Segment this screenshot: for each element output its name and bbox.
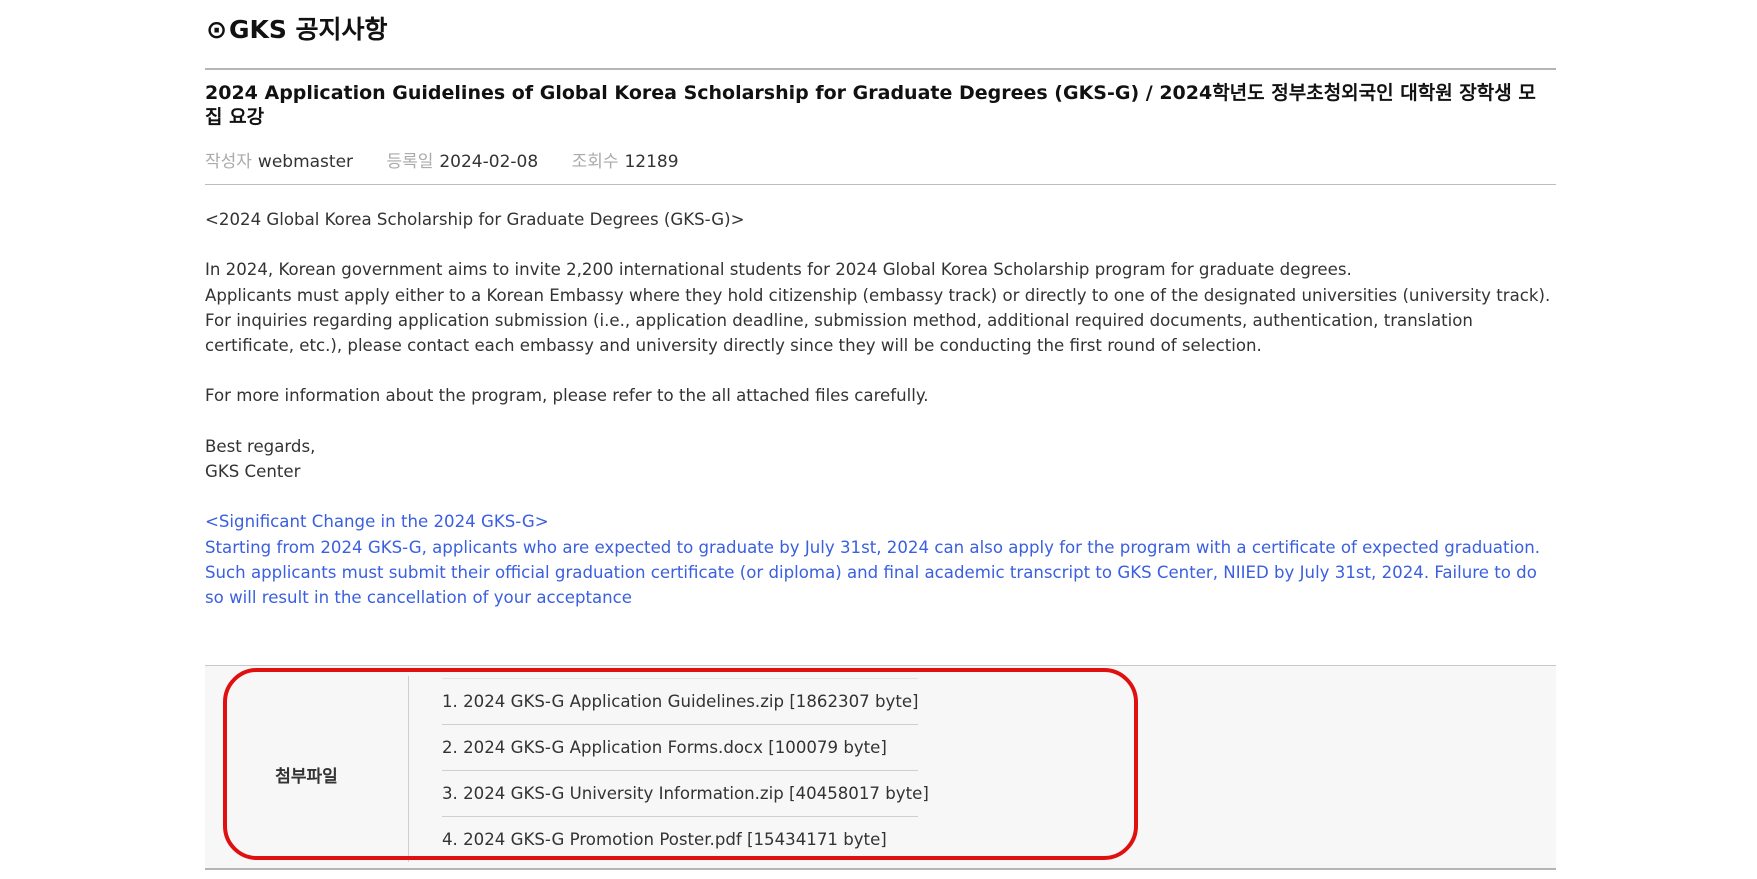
attachment-divider [408,676,409,862]
post-body: <2024 Global Korea Scholarship for Gradu… [205,207,1556,611]
board-title: ⊙GKS 공지사항 [206,10,388,46]
body-paragraph-1-line-1: In 2024, Korean government aims to invit… [205,260,1352,280]
notice-page: ⊙GKS 공지사항 2024 Application Guidelines of… [0,0,1757,879]
notice-text: Starting from 2024 GKS-G, applicants who… [205,537,1541,608]
date-label: 등록일 [386,152,434,172]
author-value: webmaster [257,152,354,172]
body-heading: <2024 Global Korea Scholarship for Gradu… [205,210,745,229]
closing-line-2: GKS Center [205,462,301,482]
post-meta: 작성자 webmaster 등록일 2024-02-08 조회수 12189 [205,150,1556,185]
attachment-list: 1. 2024 GKS-G Application Guidelines.zip… [442,678,929,862]
attachment-section: 첨부파일 1. 2024 GKS-G Application Guideline… [205,665,1556,870]
attachment-file-link[interactable]: 1. 2024 GKS-G Application Guidelines.zip… [442,678,919,724]
attachment-file-link[interactable]: 4. 2024 GKS-G Promotion Poster.pdf [1543… [442,816,918,862]
views-value: 12189 [624,152,679,172]
body-paragraph-1-line-2: Applicants must apply either to a Korean… [205,285,1551,305]
body-paragraph-2: For more information about the program, … [205,386,929,406]
views-label: 조회수 [571,152,619,172]
top-divider [205,68,1556,70]
attachment-file-link[interactable]: 2. 2024 GKS-G Application Forms.docx [10… [442,724,918,770]
notice-heading: <Significant Change in the 2024 GKS-G> [205,512,549,532]
attachment-file-link[interactable]: 3. 2024 GKS-G University Information.zip… [442,770,929,816]
closing-line-1: Best regards, [205,436,316,456]
date-value: 2024-02-08 [439,152,539,172]
body-paragraph-1-line-3: For inquiries regarding application subm… [205,310,1473,356]
author-label: 작성자 [205,152,252,172]
attachment-label: 첨부파일 [275,766,338,787]
post-view: 2024 Application Guidelines of Global Ko… [205,68,1556,611]
board-title-text: GKS 공지사항 [228,15,388,44]
post-title: 2024 Application Guidelines of Global Ko… [205,82,1536,128]
circle-dot-icon: ⊙ [206,15,227,44]
